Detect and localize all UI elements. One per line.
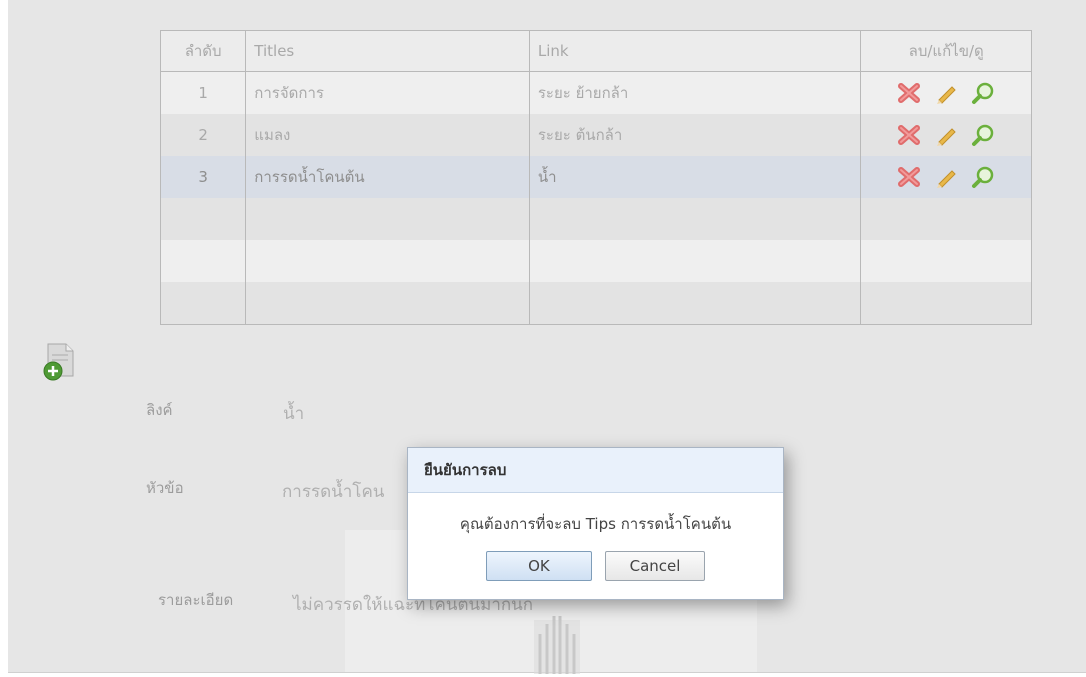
delete-x-icon[interactable] bbox=[896, 165, 922, 189]
row-title: แมลง bbox=[245, 114, 530, 156]
title-label: หัวข้อ bbox=[146, 479, 184, 497]
row-link: ระยะ ต้นกล้า bbox=[528, 114, 862, 156]
detail-label: รายละเอียด bbox=[158, 591, 234, 609]
pencil-icon[interactable] bbox=[933, 123, 959, 147]
magnifier-icon[interactable] bbox=[970, 81, 996, 105]
header-titles: Titles bbox=[245, 30, 530, 72]
table-row-selected[interactable]: 3 การรดน้ำโคนต้น น้ำ bbox=[159, 156, 1032, 198]
row-actions bbox=[860, 114, 1032, 156]
row-link: น้ำ bbox=[528, 156, 862, 198]
table-row-empty bbox=[159, 240, 1032, 282]
row-link: ระยะ ย้ายกล้า bbox=[528, 71, 862, 114]
delete-x-icon[interactable] bbox=[896, 81, 922, 105]
row-actions bbox=[860, 156, 1032, 198]
watermark-logo bbox=[534, 616, 580, 674]
confirm-delete-dialog: ยืนยันการลบ คุณต้องการที่จะลบ Tips การรด… bbox=[407, 447, 784, 600]
row-number: 2 bbox=[159, 114, 247, 156]
title-value[interactable]: การรดน้ำโคน bbox=[282, 478, 384, 505]
link-label: ลิงค์ bbox=[146, 401, 173, 419]
ok-button[interactable]: OK bbox=[485, 551, 592, 581]
table-row[interactable]: 1 การจัดการ ระยะ ย้ายกล้า bbox=[159, 71, 1032, 114]
header-order: ลำดับ bbox=[159, 30, 247, 72]
row-number: 1 bbox=[159, 71, 247, 114]
add-document-icon[interactable] bbox=[40, 340, 82, 382]
row-actions bbox=[860, 71, 1032, 114]
table-row-empty bbox=[159, 198, 1032, 240]
dialog-title: ยืนยันการลบ bbox=[408, 448, 783, 493]
table-row-empty bbox=[159, 282, 1032, 325]
delete-x-icon[interactable] bbox=[896, 123, 922, 147]
row-title: การรดน้ำโคนต้น bbox=[245, 156, 530, 198]
table-header-row: ลำดับ Titles Link ลบ/แก้ไข/ดู bbox=[159, 30, 1032, 72]
pencil-icon[interactable] bbox=[933, 81, 959, 105]
dialog-buttons: OK Cancel bbox=[408, 551, 783, 581]
magnifier-icon[interactable] bbox=[970, 165, 996, 189]
row-number: 3 bbox=[159, 156, 247, 198]
header-actions: ลบ/แก้ไข/ดู bbox=[860, 30, 1032, 72]
link-value[interactable]: น้ำ bbox=[283, 400, 304, 427]
pencil-icon[interactable] bbox=[933, 165, 959, 189]
tips-table: ลำดับ Titles Link ลบ/แก้ไข/ดู 1 การจัดกา… bbox=[159, 30, 1032, 325]
row-title: การจัดการ bbox=[245, 71, 530, 114]
magnifier-icon[interactable] bbox=[970, 123, 996, 147]
dialog-message: คุณต้องการที่จะลบ Tips การรดน้ำโคนต้น bbox=[459, 515, 732, 533]
table-row[interactable]: 2 แมลง ระยะ ต้นกล้า bbox=[159, 114, 1032, 156]
cancel-button[interactable]: Cancel bbox=[605, 551, 706, 581]
header-link: Link bbox=[528, 30, 862, 72]
